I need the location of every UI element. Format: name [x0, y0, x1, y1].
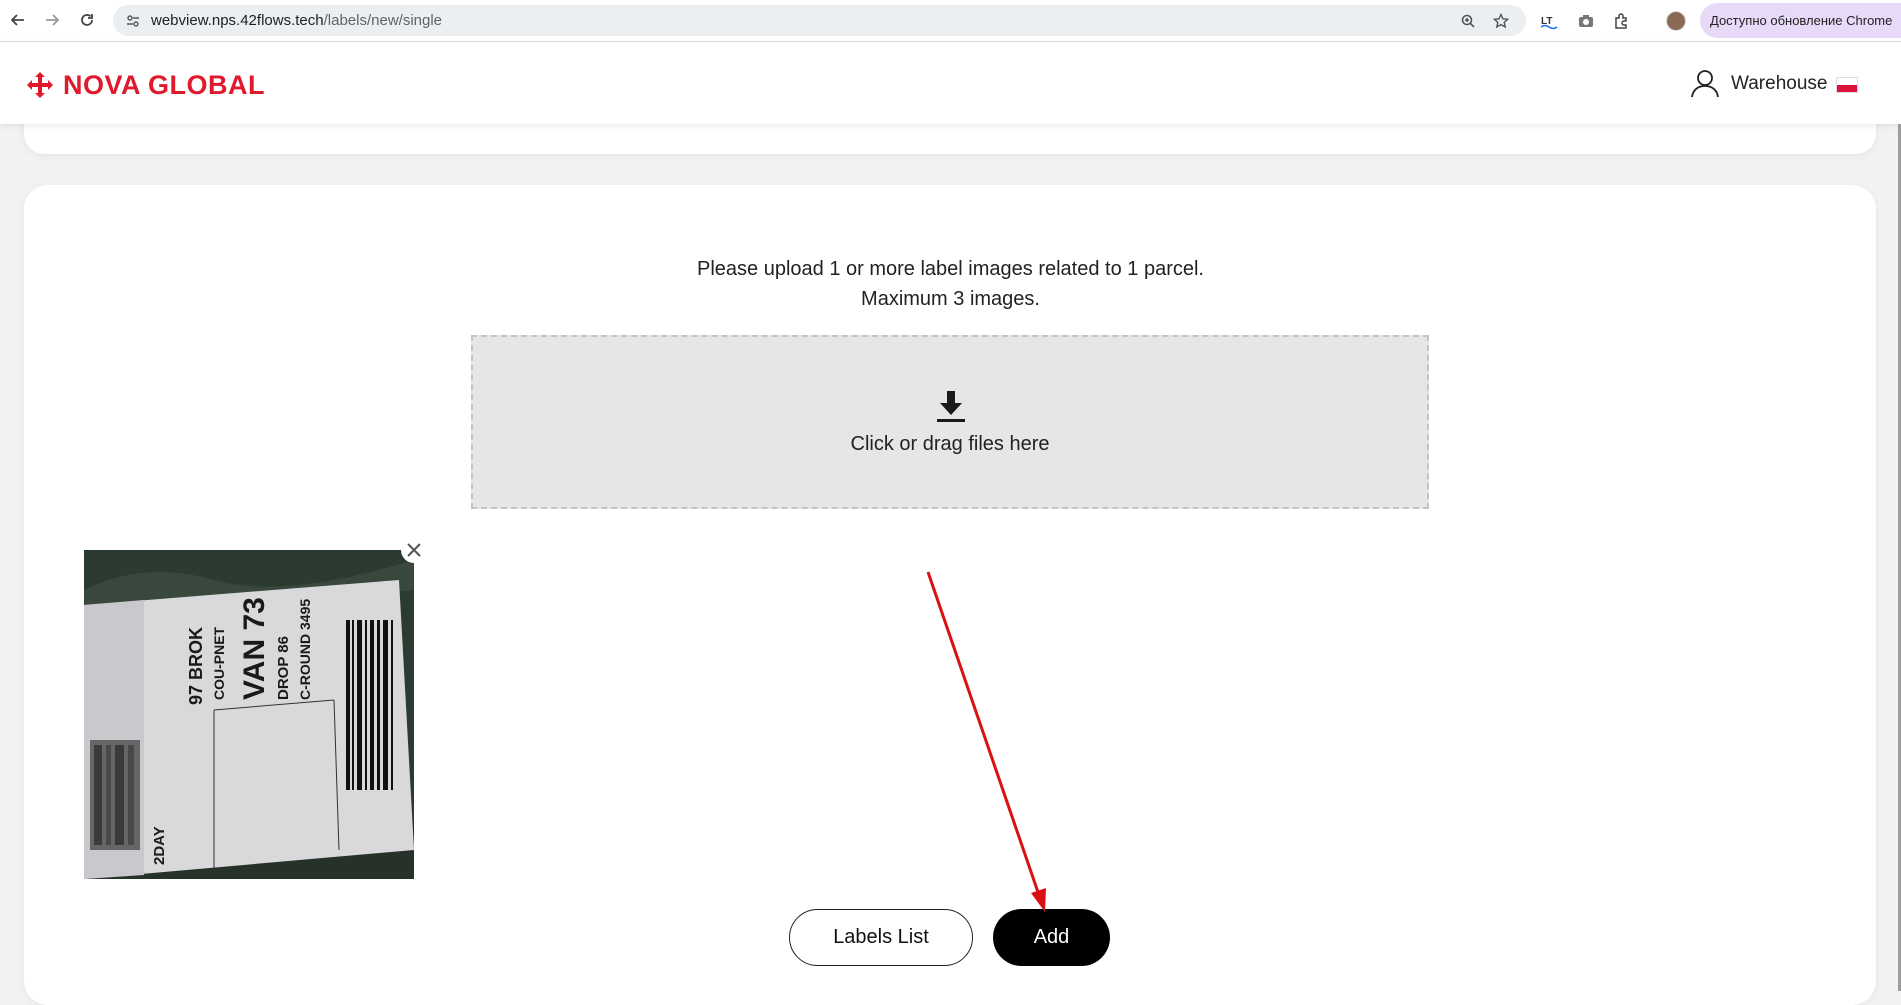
label-text-line: 97 BROK	[186, 627, 206, 705]
poland-flag-icon[interactable]	[1836, 77, 1858, 93]
user-role-label[interactable]: Warehouse	[1731, 73, 1827, 95]
zoom-icon[interactable]	[1458, 11, 1478, 31]
bookmark-star-icon[interactable]	[1491, 11, 1511, 31]
uploaded-label-thumbnail[interactable]: 97 BROK COU-PNET VAN 73 DROP 86 C-ROUND …	[84, 550, 414, 879]
dropzone-label: Click or drag files here	[850, 433, 1050, 455]
address-bar[interactable]: webview.nps.42flows.tech/labels/new/sing…	[113, 5, 1526, 36]
logo-text: NOVA GLOBAL	[63, 70, 265, 100]
user-icon[interactable]	[1690, 68, 1720, 103]
file-dropzone[interactable]: Click or drag files here	[471, 335, 1429, 509]
nova-global-logo-icon	[27, 71, 53, 98]
labels-list-button[interactable]: Labels List	[789, 909, 973, 966]
update-label: Доступно обновление Chrome	[1710, 13, 1893, 28]
site-info-icon[interactable]	[123, 11, 143, 31]
label-text-line: DROP 86	[275, 636, 292, 700]
chrome-update-button[interactable]: Доступно обновление Chrome ⋮	[1700, 3, 1901, 38]
app-header: NOVA GLOBAL Warehouse	[0, 42, 1901, 124]
label-text-line: VAN 73	[238, 597, 271, 700]
label-text-line: 2DAY	[151, 826, 168, 865]
translate-extension-icon[interactable]: LT	[1538, 10, 1560, 32]
remove-image-button[interactable]	[401, 537, 427, 563]
brand-logo[interactable]: NOVA GLOBAL	[25, 70, 265, 101]
add-button[interactable]: Add	[993, 909, 1110, 966]
back-icon[interactable]	[6, 8, 30, 32]
extensions-puzzle-icon[interactable]	[1611, 10, 1633, 32]
upload-limit-note: Maximum 3 images.	[861, 288, 1040, 310]
label-text-line: COU-PNET	[211, 626, 227, 700]
label-photo: 97 BROK COU-PNET VAN 73 DROP 86 C-ROUND …	[84, 550, 414, 879]
forward-icon[interactable]	[40, 8, 64, 32]
reload-icon[interactable]	[75, 8, 99, 32]
label-text-line: C-ROUND 3495	[297, 599, 313, 700]
camera-icon[interactable]	[1575, 10, 1597, 32]
url-text: webview.nps.42flows.tech/labels/new/sing…	[151, 12, 443, 29]
profile-avatar[interactable]	[1666, 11, 1686, 31]
close-icon	[407, 543, 421, 557]
browser-toolbar: webview.nps.42flows.tech/labels/new/sing…	[0, 0, 1901, 42]
upload-instruction: Please upload 1 or more label images rel…	[697, 258, 1204, 280]
download-icon	[937, 391, 965, 428]
